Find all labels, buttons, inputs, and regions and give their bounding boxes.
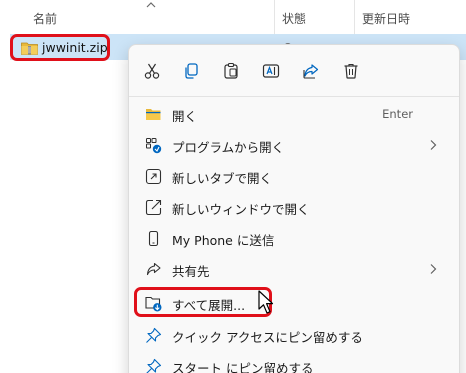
folder-open-icon: [146, 109, 161, 120]
new-window-icon: [145, 199, 162, 216]
context-toolbar: [129, 53, 459, 89]
column-date[interactable]: 更新日時: [362, 10, 410, 27]
copy-icon: [185, 63, 198, 79]
cut-icon: [144, 63, 160, 79]
shortcut-label: Enter: [382, 107, 413, 121]
paste-button[interactable]: [217, 57, 245, 85]
column-divider[interactable]: [274, 0, 275, 34]
delete-icon: [344, 63, 358, 79]
share-icon: [303, 64, 319, 79]
pin-icon: [146, 327, 162, 343]
menu-item-share-to[interactable]: 共有先: [133, 254, 455, 284]
rename-button[interactable]: [257, 57, 285, 85]
menu-item-label: 共有先: [172, 264, 210, 279]
menu-item-label: 開く: [172, 109, 198, 124]
menu-item-label: スタート にピン留めする: [172, 361, 314, 373]
share-button[interactable]: [297, 57, 325, 85]
menu-item-open-new-tab[interactable]: 新しいタブで開く: [133, 161, 455, 191]
cut-button[interactable]: [138, 57, 166, 85]
open-with-icon: [146, 138, 162, 154]
share-icon: [146, 262, 161, 276]
menu-item-send-to-phone[interactable]: My Phone に送信: [133, 223, 455, 253]
paste-icon: [224, 62, 238, 79]
rename-icon: [262, 64, 280, 78]
column-status[interactable]: 状態: [282, 10, 306, 27]
copy-button[interactable]: [177, 57, 205, 85]
menu-item-label: My Phone に送信: [172, 233, 275, 248]
annotation-highlight: [134, 287, 272, 317]
context-menu: 開く Enter プログラムから開く 新しいタブで開く 新しいウィンドウで開く: [128, 44, 460, 373]
mouse-cursor-icon: [258, 290, 274, 314]
chevron-right-icon: [430, 140, 437, 150]
delete-button[interactable]: [337, 57, 365, 85]
chevron-right-icon: [430, 264, 437, 274]
menu-item-label: 新しいウィンドウで開く: [172, 202, 310, 217]
menu-item-open-new-window[interactable]: 新しいウィンドウで開く: [133, 192, 455, 222]
menu-item-label: プログラムから開く: [172, 140, 285, 155]
menu-item-open[interactable]: 開く Enter: [133, 99, 455, 129]
menu-item-label: 新しいタブで開く: [172, 171, 273, 186]
menu-item-pin-start[interactable]: スタート にピン留めする: [133, 351, 455, 373]
sort-caret-icon[interactable]: [144, 0, 158, 10]
column-header: 名前 状態 更新日時: [0, 0, 466, 34]
column-divider[interactable]: [354, 0, 355, 34]
menu-item-label: クイック アクセスにピン留めする: [172, 330, 363, 345]
menu-item-pin-quick-access[interactable]: クイック アクセスにピン留めする: [133, 320, 455, 350]
menu-item-open-with[interactable]: プログラムから開く: [133, 130, 455, 160]
file-name: jwwinit.zip: [42, 40, 108, 55]
pin-icon: [146, 358, 162, 373]
zip-folder-icon: [21, 42, 38, 55]
menu-separator: [129, 96, 459, 97]
column-name[interactable]: 名前: [33, 10, 57, 27]
file-item-zip[interactable]: jwwinit.zip: [10, 34, 110, 61]
phone-icon: [148, 230, 159, 247]
new-tab-icon: [145, 168, 162, 185]
